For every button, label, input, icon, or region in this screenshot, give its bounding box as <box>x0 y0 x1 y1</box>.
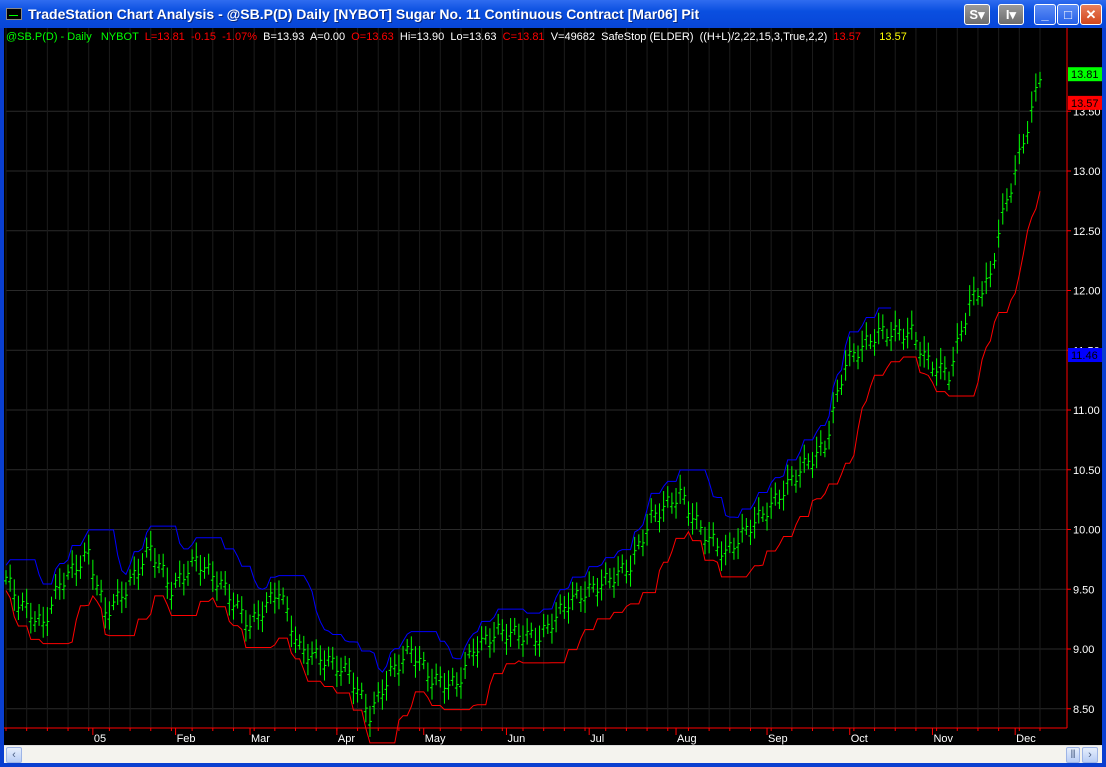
price-tick-label: 12.50 <box>1073 226 1101 238</box>
low: Lo=13.63 <box>450 31 497 43</box>
indicator-value-1: 13.57 <box>833 31 861 43</box>
price-chart[interactable]: 8.509.009.5010.0010.5011.0011.5012.0012.… <box>4 28 1102 745</box>
price-marker-label: 13.57 <box>1071 98 1099 110</box>
price-tick-label: 12.00 <box>1073 286 1101 298</box>
month-label: Oct <box>851 733 868 745</box>
price-tick-label: 13.00 <box>1073 166 1101 178</box>
bid: B=13.93 <box>263 31 305 43</box>
price-marker-label: 11.46 <box>1071 350 1098 362</box>
month-label: Sep <box>768 733 788 745</box>
symbol-label: @SB.P(D) - Daily <box>6 31 92 43</box>
price-tick-label: 8.50 <box>1073 704 1094 716</box>
month-label: 05 <box>94 733 106 745</box>
symbol-menu-button[interactable]: S▾ <box>964 4 990 25</box>
month-label: Apr <box>338 733 355 745</box>
pct-change: -1.07% <box>222 31 257 43</box>
scroll-right-button[interactable]: › <box>1082 747 1098 763</box>
ask: A=0.00 <box>309 31 346 43</box>
open: O=13.63 <box>351 31 394 43</box>
scroll-thumb[interactable]: ⦀ <box>1066 747 1080 763</box>
month-label: Feb <box>177 733 196 745</box>
month-label: Jul <box>590 733 604 745</box>
app-icon <box>6 8 22 20</box>
indicator-label: SafeStop (ELDER) ((H+L)/2,22,15,3,True,2… <box>601 31 828 43</box>
chart-canvas: 8.509.009.5010.0010.5011.0011.5012.0012.… <box>4 28 1102 745</box>
month-label: Aug <box>677 733 697 745</box>
month-label: Jun <box>507 733 525 745</box>
scroll-left-button[interactable]: ‹ <box>6 747 22 763</box>
month-label: May <box>425 733 446 745</box>
insert-menu-label: I <box>1005 7 1010 22</box>
price-tick-label: 9.50 <box>1073 584 1094 596</box>
chart-status-line: @SB.P(D) - Daily NYBOT L=13.81 -0.15 -1.… <box>6 31 907 43</box>
maximize-button[interactable]: □ <box>1057 4 1079 25</box>
indicator-value-2: 13.57 <box>879 31 907 43</box>
price-tick-label: 9.00 <box>1073 644 1094 656</box>
symbol-menu-label: S <box>969 7 979 22</box>
window-title: TradeStation Chart Analysis - @SB.P(D) D… <box>28 6 700 22</box>
price-marker-label: 13.81 <box>1071 69 1099 81</box>
month-label: Nov <box>933 733 953 745</box>
net-change: -0.15 <box>190 31 217 43</box>
exchange-label: NYBOT <box>100 31 139 43</box>
close-button[interactable]: ✕ <box>1080 4 1102 25</box>
close: C=13.81 <box>502 31 545 43</box>
minimize-button[interactable]: _ <box>1034 4 1056 25</box>
last-price: L=13.81 <box>144 31 185 43</box>
month-label: Mar <box>251 733 270 745</box>
price-tick-label: 10.00 <box>1073 525 1101 537</box>
insert-menu-button[interactable]: I▾ <box>998 4 1024 25</box>
volume: V=49682 <box>550 31 596 43</box>
safestop-short-line <box>5 307 892 673</box>
title-bar: TradeStation Chart Analysis - @SB.P(D) D… <box>0 0 1106 28</box>
price-tick-label: 10.50 <box>1073 465 1101 477</box>
month-label: Dec <box>1016 733 1036 745</box>
horizontal-scrollbar[interactable]: ‹ ⦀ › <box>4 745 1102 763</box>
price-tick-label: 11.00 <box>1073 405 1100 417</box>
high: Hi=13.90 <box>399 31 445 43</box>
